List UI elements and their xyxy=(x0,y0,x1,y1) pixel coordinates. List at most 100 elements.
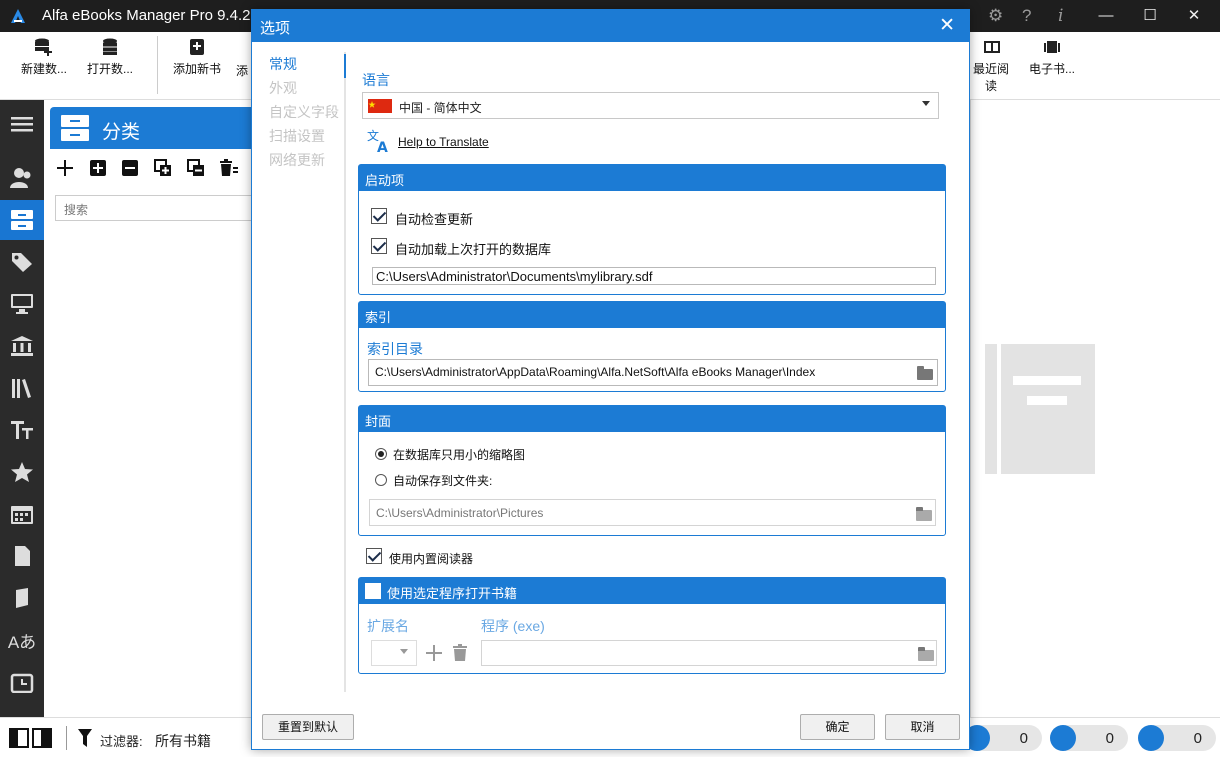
startup-group: 启动项 自动检查更新 自动加载上次打开的数据库 C:\Users\Adminis… xyxy=(358,164,946,295)
minimize-button[interactable]: — xyxy=(1094,4,1118,28)
translate-icon: 文 A xyxy=(367,128,388,154)
help-icon[interactable]: ? xyxy=(1022,6,1031,26)
add-icon[interactable] xyxy=(56,159,85,179)
cancel-button[interactable]: 取消 xyxy=(885,714,960,740)
category-drawer-icon xyxy=(61,115,89,141)
cover-folder-browse-icon[interactable] xyxy=(916,507,932,521)
ebook-button[interactable]: 电子书... xyxy=(1027,38,1077,77)
ebook-icon xyxy=(1044,41,1060,53)
text-size-icon[interactable] xyxy=(0,410,44,450)
nav-custom-fields[interactable]: 自定义字段 xyxy=(262,100,344,124)
calendar-icon[interactable] xyxy=(0,494,44,534)
index-dir-field[interactable]: C:\Users\Administrator\AppData\Roaming\A… xyxy=(368,359,938,386)
open-database-label: 打开数... xyxy=(86,62,133,76)
database-icon xyxy=(103,38,117,55)
program-label: 程序 (exe) xyxy=(481,618,545,634)
folder-browse-icon[interactable] xyxy=(917,366,933,380)
dialog-titlebar: 选项 ✕ xyxy=(252,10,969,42)
library-icon[interactable] xyxy=(0,368,44,408)
external-program-checkbox[interactable] xyxy=(365,583,381,599)
maximize-button[interactable]: ☐ xyxy=(1138,4,1162,28)
builtin-reader-checkbox[interactable] xyxy=(366,548,382,564)
new-database-label: 新建数... xyxy=(20,62,67,76)
language-value: 中国 - 简体中文 xyxy=(399,101,482,115)
add-more-button[interactable]: 添 xyxy=(234,62,250,79)
nav-general[interactable]: 常规 xyxy=(262,52,344,76)
options-dialog: 选项 ✕ 常规 外观 自定义字段 扫描设置 网络更新 语言 中国 - 简体中文 … xyxy=(251,9,970,750)
ok-button[interactable]: 确定 xyxy=(800,714,875,740)
copy-add-icon[interactable] xyxy=(153,159,183,179)
dialog-close-icon[interactable]: ✕ xyxy=(939,14,955,37)
program-browse-icon[interactable] xyxy=(918,647,934,661)
builtin-reader-label: 使用内置阅读器 xyxy=(389,552,474,566)
ribbon-separator xyxy=(157,36,158,94)
settings-icon[interactable]: ⚙ xyxy=(988,6,1003,26)
nav-divider xyxy=(344,52,346,692)
history-icon[interactable] xyxy=(0,662,44,702)
files-count-badge: 0 xyxy=(1138,725,1216,751)
books-count: 0 xyxy=(1019,730,1028,747)
auto-check-update-label: 自动检查更新 xyxy=(395,212,474,227)
category-panel: 分类 搜索 xyxy=(50,107,260,707)
filter-value[interactable]: 所有书籍 xyxy=(155,731,211,751)
filter-icon[interactable] xyxy=(78,729,92,747)
language-select[interactable]: 中国 - 简体中文 xyxy=(362,92,939,119)
left-navigation: Aあ xyxy=(0,100,44,717)
copy-remove-icon[interactable] xyxy=(186,159,216,179)
cover-thumb-radio[interactable] xyxy=(375,448,387,460)
add-book-button[interactable]: 添加新书 xyxy=(170,38,224,77)
index-header: 索引 xyxy=(359,302,945,328)
add-book-icon xyxy=(190,39,204,55)
remove-icon[interactable] xyxy=(121,159,150,179)
help-translate-link[interactable]: Help to Translate xyxy=(398,135,489,149)
auto-check-update-checkbox[interactable] xyxy=(371,208,387,224)
index-group: 索引 索引目录 C:\Users\Administrator\AppData\R… xyxy=(358,301,946,392)
dialog-title: 选项 xyxy=(260,20,291,37)
book-icon[interactable] xyxy=(0,578,44,618)
category-header: 分类 xyxy=(50,107,260,149)
chevron-down-icon xyxy=(400,649,408,654)
monitor-icon[interactable] xyxy=(0,284,44,324)
nav-selection-marker xyxy=(344,54,346,78)
database-add-icon xyxy=(35,38,52,56)
info-icon[interactable]: i xyxy=(1058,6,1063,26)
auto-load-db-label: 自动加载上次打开的数据库 xyxy=(395,242,552,257)
open-database-button[interactable]: 打开数... xyxy=(84,38,136,77)
tags-icon[interactable] xyxy=(0,242,44,282)
add-book-label: 添加新书 xyxy=(172,62,221,76)
extension-select[interactable] xyxy=(371,640,417,666)
add-child-icon[interactable] xyxy=(89,159,118,179)
nav-appearance[interactable]: 外观 xyxy=(262,76,344,100)
program-path-field[interactable] xyxy=(481,640,937,666)
index-dir-label: 索引目录 xyxy=(367,341,423,357)
book-placeholder-icon xyxy=(985,344,1095,474)
cover-save-radio[interactable] xyxy=(375,474,387,486)
close-window-button[interactable]: ✕ xyxy=(1182,4,1206,28)
add-extension-icon[interactable] xyxy=(426,645,442,661)
publisher-icon[interactable] xyxy=(0,326,44,366)
nav-scan-settings[interactable]: 扫描设置 xyxy=(262,124,344,148)
delete-extension-icon[interactable] xyxy=(453,644,467,661)
document-icon[interactable] xyxy=(0,536,44,576)
tag-count-icon xyxy=(1050,725,1076,751)
favorites-star-icon[interactable] xyxy=(0,452,44,492)
cover-save-label: 自动保存到文件夹: xyxy=(393,474,493,488)
db-path-field[interactable]: C:\Users\Administrator\Documents\mylibra… xyxy=(372,267,936,285)
menu-icon[interactable] xyxy=(0,104,44,144)
recent-reading-button[interactable]: 最近阅读 xyxy=(968,38,1014,94)
reset-defaults-button[interactable]: 重置到默认 xyxy=(262,714,354,740)
cover-header: 封面 xyxy=(359,406,945,432)
nav-web-update[interactable]: 网络更新 xyxy=(262,148,344,172)
startup-header: 启动项 xyxy=(359,165,945,191)
new-database-button[interactable]: 新建数... xyxy=(18,38,70,77)
authors-icon[interactable] xyxy=(0,158,44,198)
delete-list-icon[interactable] xyxy=(219,159,248,179)
book-preview-panel xyxy=(970,100,1220,717)
category-search-input[interactable]: 搜索 xyxy=(55,195,260,221)
categories-icon[interactable] xyxy=(0,200,44,240)
language-icon[interactable]: Aあ xyxy=(0,620,44,660)
cover-folder-field[interactable]: C:\Users\Administrator\Pictures xyxy=(369,499,936,526)
file-count-icon xyxy=(1138,725,1164,751)
auto-load-db-checkbox[interactable] xyxy=(371,238,387,254)
layout-toggle-icon[interactable] xyxy=(9,728,53,748)
